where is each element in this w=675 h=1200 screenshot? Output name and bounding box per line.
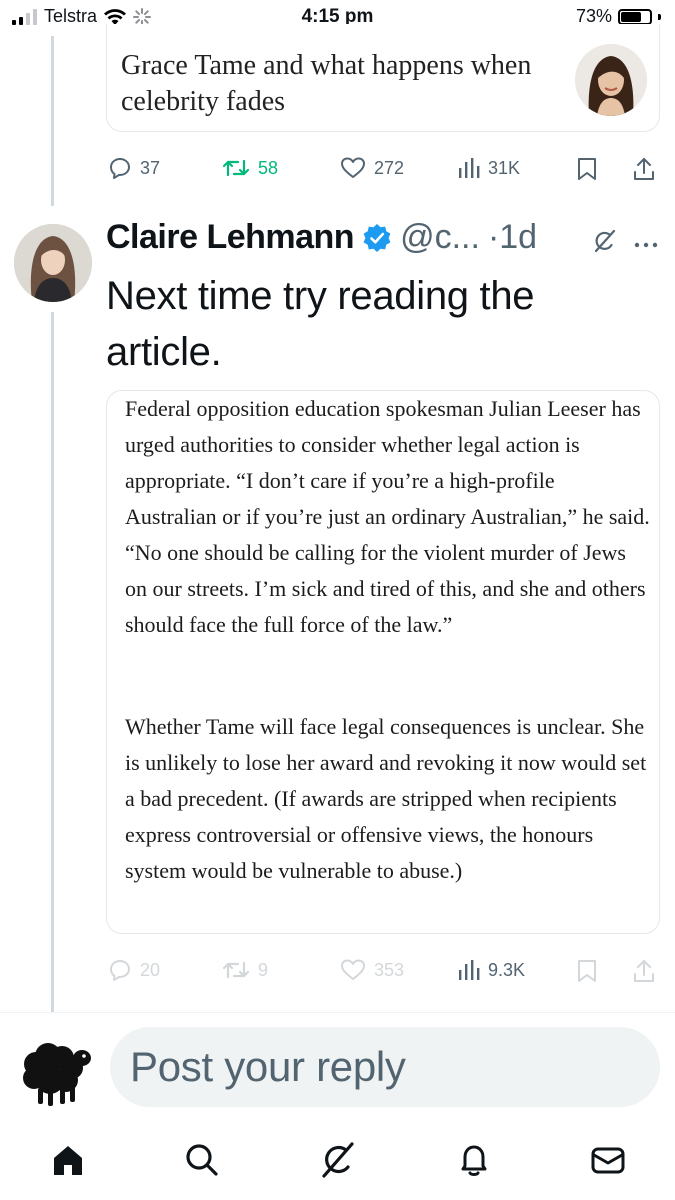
bell-icon [461,1145,487,1176]
nav-notifications[interactable] [454,1140,494,1180]
repost-button[interactable]: 9 [222,958,268,982]
grok-button[interactable] [592,228,618,259]
analytics-icon [459,158,480,178]
reply-icon [110,158,130,179]
heart-icon [341,959,365,980]
like-count: 272 [374,157,405,178]
reply-button[interactable]: 20 [108,958,160,982]
like-count: 353 [374,959,405,980]
quoted-article-thumbnail [575,44,647,116]
black-sheep-icon [23,1043,91,1106]
reply-placeholder: Post your reply [130,1043,406,1090]
reply-button-top[interactable]: 37 [108,156,160,180]
woman-portrait-image [575,44,647,116]
bottom-nav [0,1130,675,1190]
repost-count: 9 [258,959,269,980]
quoted-article-card[interactable]: Grace Tame and what happens when celebri… [106,24,660,132]
battery-fill [621,11,641,22]
excerpt-paragraph-1: Federal opposition education spokesman J… [125,396,650,637]
repost-icon [222,159,250,177]
author-handle[interactable]: @c... [400,218,480,257]
like-button[interactable]: 353 [340,958,404,982]
reply-icon [110,960,130,981]
battery-icon [618,8,652,25]
battery-tip [658,13,661,20]
repost-button-top[interactable]: 58 [222,156,278,180]
grok-icon [322,1142,354,1178]
verified-badge-icon [363,223,391,252]
reply-count: 37 [140,157,161,178]
author-photo [14,224,92,302]
heart-icon [341,157,365,178]
share-icon [634,158,654,180]
bookmark-button-top[interactable] [576,156,598,182]
bookmark-icon [578,960,596,982]
search-icon [186,1144,218,1176]
author-avatar[interactable] [14,224,92,302]
thread-line-main [51,312,54,1012]
mail-icon [591,1147,625,1174]
share-button-top[interactable] [632,156,656,182]
views-button[interactable]: 9.3K [458,958,525,982]
home-icon [54,1146,82,1175]
share-icon [634,960,654,982]
composer-divider [0,1012,675,1013]
my-avatar[interactable] [14,1030,96,1112]
bookmark-button[interactable] [576,958,598,984]
repost-count: 58 [258,157,279,178]
article-excerpt-image[interactable]: Federal opposition education spokesman J… [106,390,660,934]
repost-icon [222,961,250,979]
thread-line-top [51,36,54,206]
reply-input[interactable]: Post your reply [110,1027,660,1107]
view-count: 9.3K [488,959,526,980]
analytics-icon [459,960,480,980]
more-icon [634,242,658,248]
tweet-timestamp[interactable]: ·1d [488,218,537,257]
nav-search[interactable] [182,1140,222,1180]
grok-icon [594,229,616,253]
nav-messages[interactable] [588,1140,628,1180]
share-button[interactable] [632,958,656,984]
tweet-author-line: Claire Lehmann @c... ·1d [106,218,537,257]
view-count: 31K [488,157,521,178]
reply-count: 20 [140,959,161,980]
quoted-article-headline: Grace Tame and what happens when celebri… [121,50,532,117]
more-options-button[interactable] [634,236,658,254]
bookmark-icon [578,158,596,180]
like-button-top[interactable]: 272 [340,156,404,180]
nav-home[interactable] [48,1140,88,1180]
views-button-top[interactable]: 31K [458,156,520,180]
excerpt-paragraph-2: Whether Tame will face legal consequence… [125,714,647,883]
tweet-text: Next time try reading the article. [106,274,535,374]
author-name[interactable]: Claire Lehmann [106,218,355,257]
nav-grok[interactable] [318,1140,358,1180]
